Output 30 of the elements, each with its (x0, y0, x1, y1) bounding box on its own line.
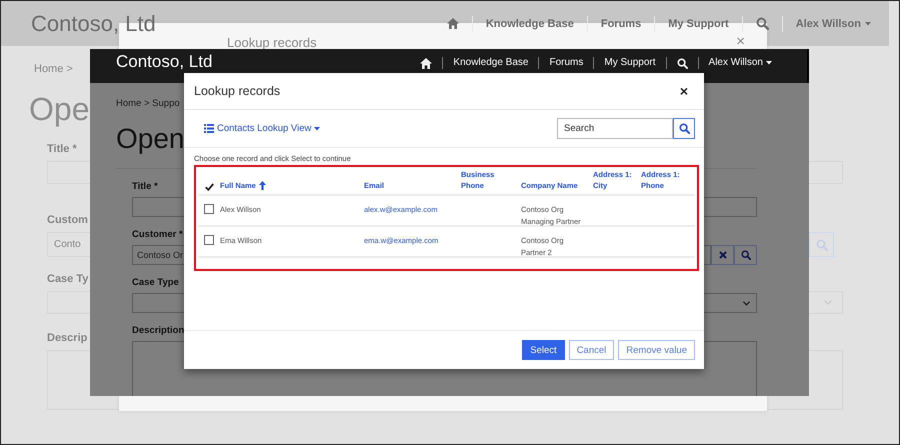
nav-link[interactable]: My Support (604, 57, 656, 69)
nav-link[interactable]: Knowledge Base (453, 57, 528, 69)
search-field[interactable]: Search (557, 118, 673, 139)
nav-link[interactable]: Forums (600, 18, 642, 30)
page-heading: Open (116, 122, 184, 156)
close-button[interactable]: × (680, 83, 688, 99)
dialog-title: Lookup records (227, 35, 317, 50)
field-label: Descrip (47, 332, 88, 344)
field-label: Title * (132, 181, 158, 192)
user-menu[interactable]: Alex Willson (796, 18, 871, 30)
dialog-button[interactable]: Cancel (568, 340, 614, 360)
page-heading: Ope (29, 90, 90, 129)
brand-name[interactable]: Contoso, Ltd (116, 53, 212, 71)
breadcrumb[interactable]: Home > Suppo (116, 98, 180, 109)
dialog-title: Lookup records (194, 84, 280, 98)
user-menu[interactable]: Alex Willson (708, 57, 772, 69)
field-label: Case Type (132, 277, 179, 288)
select-button[interactable]: Select (522, 340, 565, 360)
field-label: Title * (47, 143, 77, 155)
field-label: Description (132, 325, 184, 336)
field-label: Custom (47, 214, 88, 226)
nav-link[interactable]: Forums (549, 57, 584, 69)
brand-name[interactable]: Contoso, Ltd (31, 10, 156, 36)
field-label: Case Ty (47, 273, 88, 285)
nav-link[interactable]: Knowledge Base (486, 18, 574, 30)
nav-link[interactable]: My Support (668, 18, 729, 30)
field-label: Customer * (132, 229, 183, 240)
close-button[interactable]: × (736, 35, 745, 50)
view-selector[interactable]: Contacts Lookup View (204, 123, 320, 134)
dialog-button[interactable]: Remove value (618, 340, 695, 360)
